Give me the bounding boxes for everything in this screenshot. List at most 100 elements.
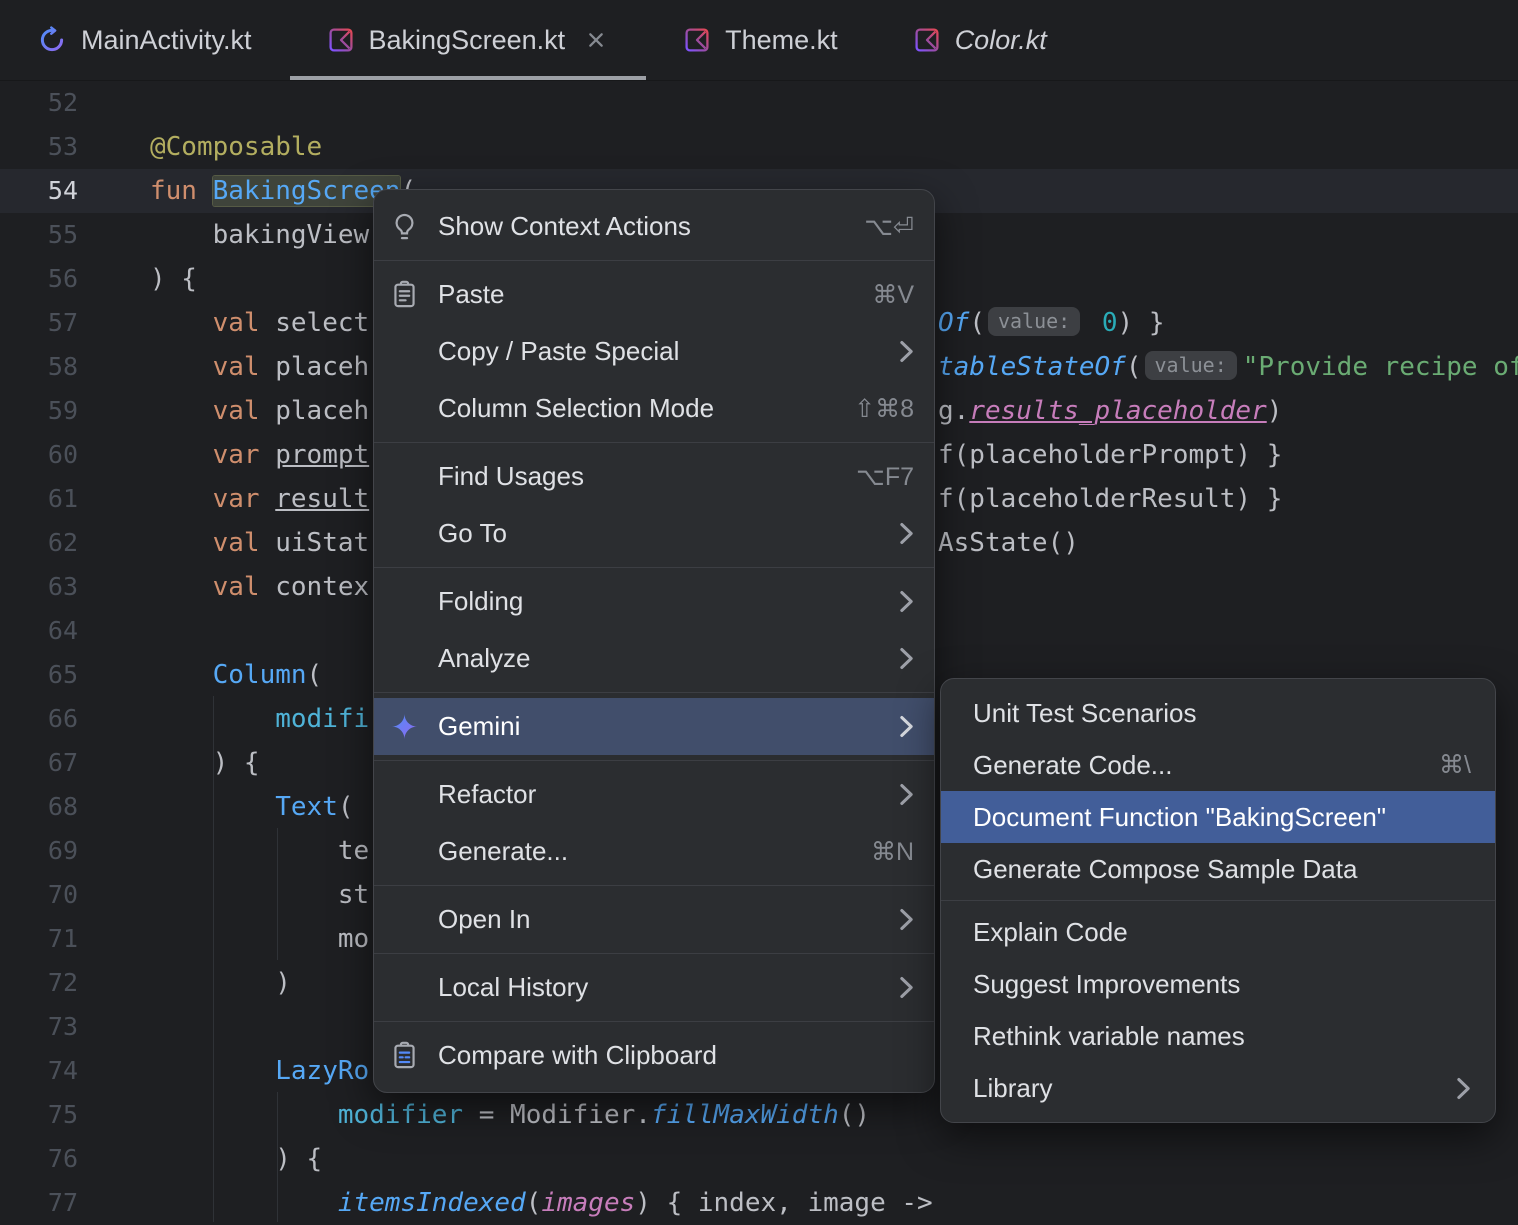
- inlay-hint: value:: [1145, 351, 1237, 380]
- tab-label: Color.kt: [955, 25, 1047, 56]
- explain-code-menu-item[interactable]: Explain Code: [941, 906, 1495, 958]
- tab-mainactivity-kt[interactable]: MainActivity.kt: [0, 0, 290, 80]
- line-number: 61: [0, 477, 78, 521]
- line-number: 55: [0, 213, 78, 257]
- go-to-menu-item[interactable]: Go To: [374, 505, 934, 562]
- code-token: result: [275, 484, 369, 514]
- lightbulb-icon: [390, 212, 438, 241]
- menu-separator: [374, 885, 934, 886]
- code-line-77[interactable]: 77 itemsIndexed(images) { index, image -…: [0, 1181, 1518, 1225]
- open-in-menu-item[interactable]: Open In: [374, 891, 934, 948]
- code-token: st: [150, 880, 369, 910]
- menu-separator: [374, 692, 934, 693]
- menu-separator: [941, 900, 1495, 901]
- code-token: = Modifier.: [463, 1100, 651, 1130]
- code-token: [150, 484, 213, 514]
- code-token: placeh: [275, 352, 369, 382]
- code-token: [150, 440, 213, 470]
- chevron-right-icon: [899, 908, 914, 931]
- code-token: [150, 660, 213, 690]
- menu-separator: [374, 567, 934, 568]
- code-token: Text: [275, 792, 338, 822]
- menu-separator: [374, 1021, 934, 1022]
- code-text: val contex: [150, 565, 369, 609]
- line-number: 67: [0, 741, 78, 785]
- code-token: results_placeholder: [969, 396, 1266, 426]
- code-token: placeh: [275, 396, 369, 426]
- line-number: 71: [0, 917, 78, 961]
- menu-item-label: Find Usages: [438, 461, 828, 492]
- line-number: 66: [0, 697, 78, 741]
- suggest-improvements-menu-item[interactable]: Suggest Improvements: [941, 958, 1495, 1010]
- code-text: mo: [150, 917, 369, 961]
- line-number: 62: [0, 521, 78, 565]
- code-token: bakingView: [150, 220, 369, 250]
- gemini-menu-item[interactable]: Gemini: [374, 698, 934, 755]
- code-text-right: g.results_placeholder): [938, 389, 1282, 433]
- show-context-actions-menu-item[interactable]: Show Context Actions⌥⏎: [374, 198, 934, 255]
- menu-shortcut: ⌥⏎: [864, 212, 914, 242]
- code-text: var result: [150, 477, 369, 521]
- generate-menu-item[interactable]: Generate...⌘N: [374, 823, 934, 880]
- code-line-53[interactable]: 53@Composable: [0, 125, 1518, 169]
- copy-paste-special-menu-item[interactable]: Copy / Paste Special: [374, 323, 934, 380]
- find-usages-menu-item[interactable]: Find Usages ⌥F7: [374, 448, 934, 505]
- code-token: fillMaxWidth: [651, 1100, 839, 1130]
- compare-with-clipboard-menu-item[interactable]: Compare with Clipboard: [374, 1027, 934, 1084]
- local-history-menu-item[interactable]: Local History: [374, 959, 934, 1016]
- code-text: te: [150, 829, 369, 873]
- menu-separator: [374, 953, 934, 954]
- generate-code-menu-item[interactable]: Generate Code...⌘\: [941, 739, 1495, 791]
- code-token: [150, 308, 213, 338]
- line-number: 77: [0, 1181, 78, 1225]
- chevron-right-icon: [899, 522, 914, 545]
- paste-menu-item[interactable]: Paste⌘V: [374, 266, 934, 323]
- tab-label: Theme.kt: [725, 25, 838, 56]
- code-token: ): [150, 968, 291, 998]
- menu-item-label: Library: [973, 1073, 1440, 1104]
- code-line-76[interactable]: 76 ) {: [0, 1137, 1518, 1181]
- editor-context-menu: Show Context Actions⌥⏎ Paste⌘VCopy / Past…: [373, 189, 935, 1093]
- tab-bakingscreen-kt[interactable]: BakingScreen.kt: [290, 0, 647, 80]
- clipboard-icon: [390, 280, 438, 309]
- code-text-right: AsState(): [938, 521, 1079, 565]
- code-text: var prompt: [150, 433, 369, 477]
- menu-item-label: Generate Compose Sample Data: [973, 854, 1471, 885]
- menu-shortcut: ⌥F7: [856, 462, 914, 492]
- kotlin-file-icon: [914, 27, 940, 53]
- line-number: 59: [0, 389, 78, 433]
- menu-item-label: Document Function "BakingScreen": [973, 802, 1471, 833]
- folding-menu-item[interactable]: Folding: [374, 573, 934, 630]
- code-token: f(placeholderResult) }: [938, 484, 1282, 514]
- chevron-right-icon: [899, 976, 914, 999]
- code-token: ) {: [150, 264, 197, 294]
- generate-compose-sample-data-menu-item[interactable]: Generate Compose Sample Data: [941, 843, 1495, 895]
- code-token: modifier: [338, 1100, 463, 1130]
- document-function-bakingscreen-menu-item[interactable]: Document Function "BakingScreen": [941, 791, 1495, 843]
- menu-separator: [374, 760, 934, 761]
- refactor-menu-item[interactable]: Refactor: [374, 766, 934, 823]
- code-token: AsState(): [938, 528, 1079, 558]
- unit-test-scenarios-menu-item[interactable]: Unit Test Scenarios: [941, 687, 1495, 739]
- code-token: [150, 704, 275, 734]
- column-selection-mode-menu-item[interactable]: Column Selection Mode⇧⌘8: [374, 380, 934, 437]
- code-text: modifier = Modifier.fillMaxWidth(): [150, 1093, 870, 1137]
- code-token: val: [213, 352, 276, 382]
- library-menu-item[interactable]: Library: [941, 1062, 1495, 1114]
- code-token: prompt: [275, 440, 369, 470]
- code-token: val: [213, 528, 276, 558]
- code-token: ) }: [1118, 308, 1165, 338]
- tab-theme-kt[interactable]: Theme.kt: [646, 0, 876, 80]
- code-token: [150, 572, 213, 602]
- line-number: 65: [0, 653, 78, 697]
- analyze-menu-item[interactable]: Analyze: [374, 630, 934, 687]
- menu-shortcut: ⌘\: [1439, 750, 1471, 780]
- code-text: LazyRo: [150, 1049, 369, 1093]
- rethink-variable-names-menu-item[interactable]: Rethink variable names: [941, 1010, 1495, 1062]
- activity-icon: [38, 26, 66, 54]
- close-icon[interactable]: [584, 28, 608, 52]
- line-number: 73: [0, 1005, 78, 1049]
- code-text: val placeh: [150, 389, 369, 433]
- tab-color-kt[interactable]: Color.kt: [876, 0, 1085, 80]
- code-line-52[interactable]: 52: [0, 81, 1518, 125]
